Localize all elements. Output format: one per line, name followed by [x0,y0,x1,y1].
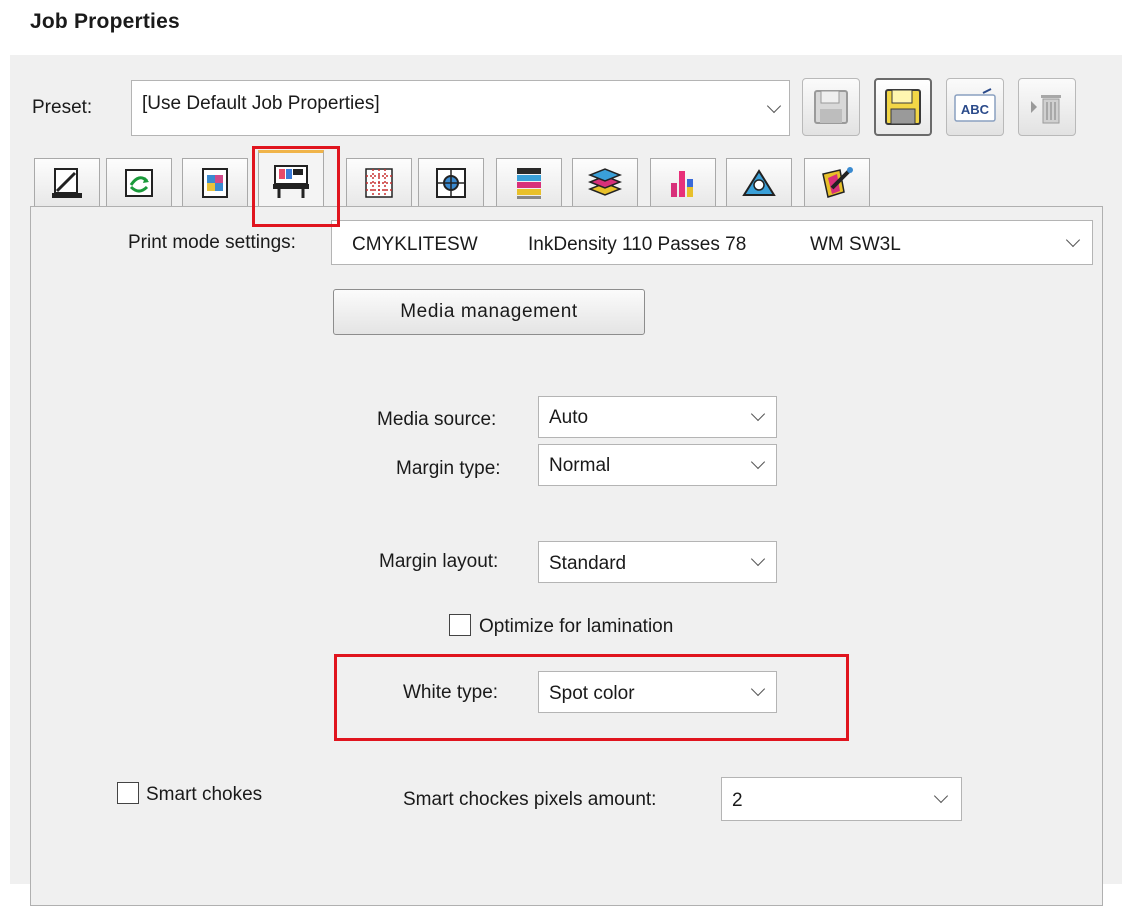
tab-marks-icon [436,167,466,198]
chevron-down-icon [750,406,766,422]
preset-label: Preset: [32,97,93,118]
smart-chokes-pixels-label: Smart chockes pixels amount: [403,789,657,810]
tab-page-setup[interactable] [34,158,100,206]
tab-shape[interactable] [726,158,792,206]
preset-value: [Use Default Job Properties] [142,93,380,114]
smart-chokes-pixels-value: 2 [732,790,743,811]
rename-preset-button[interactable]: ABC [946,78,1004,136]
rename-preset-icon: ABC [954,88,996,122]
tab-grid-layout-icon [365,167,393,198]
window-title: Job Properties [30,10,180,33]
optimize-lamination-checkbox[interactable] [449,614,471,636]
print-mode-density: InkDensity 110 Passes 78 [528,234,747,255]
save-preset-button[interactable] [802,78,860,136]
smart-chokes-checkbox[interactable] [117,782,139,804]
media-source-select[interactable]: Auto [538,396,777,438]
tab-grid-layout[interactable] [346,158,412,206]
tab-color-picker[interactable] [804,158,870,206]
white-type-value: Spot color [549,683,635,704]
tab-transform-icon [125,168,153,197]
delete-preset-icon [1031,95,1061,124]
margin-type-select[interactable]: Normal [538,444,777,486]
tab-image-icon [202,167,228,198]
tab-ink-levels-icon [671,170,693,197]
print-mode-select[interactable]: CMYKLITESW InkDensity 110 Passes 78 WM S… [331,220,1093,265]
chevron-down-icon [750,454,766,470]
tab-ink-levels[interactable] [650,158,716,206]
white-type-label: White type: [403,682,499,703]
print-mode-label: Print mode settings: [128,232,296,253]
delete-preset-button[interactable] [1018,78,1076,136]
media-management-button[interactable]: Media management [333,289,645,335]
preset-select[interactable]: [Use Default Job Properties] [131,80,790,136]
margin-layout-select[interactable]: Standard [538,541,777,583]
tab-layers[interactable] [572,158,638,206]
tab-color-bars-icon [517,167,541,199]
margin-layout-label: Margin layout: [379,551,499,572]
print-mode-value: CMYKLITESW [352,234,478,255]
optimize-lamination-label: Optimize for lamination [479,616,674,637]
chevron-down-icon [933,788,949,804]
margin-layout-value: Standard [549,553,627,574]
svg-text:ABC: ABC [961,102,990,117]
chevron-down-icon [1065,232,1081,248]
tab-image[interactable] [182,158,248,206]
active-tab-highlight [252,146,340,227]
tab-page-setup-icon [52,167,82,198]
media-source-label: Media source: [377,409,497,430]
save-as-preset-button[interactable] [874,78,932,136]
print-mode-wm: WM SW3L [810,234,901,255]
margin-type-label: Margin type: [396,458,501,479]
smart-chokes-pixels-select[interactable]: 2 [721,777,962,821]
margin-type-value: Normal [549,455,611,476]
smart-chokes-label: Smart chokes [146,784,263,805]
tab-marks[interactable] [418,158,484,206]
tab-transform[interactable] [106,158,172,206]
chevron-down-icon [766,98,782,114]
save-as-preset-icon [885,89,921,125]
tab-shape-icon [742,168,776,196]
tab-color-picker-icon [822,166,853,198]
white-type-select[interactable]: Spot color [538,671,777,713]
tab-layers-icon [587,167,623,196]
media-source-value: Auto [549,407,589,428]
tab-color-bars[interactable] [496,158,562,206]
chevron-down-icon [750,551,766,567]
chevron-down-icon [750,681,766,697]
save-preset-icon [814,90,848,124]
